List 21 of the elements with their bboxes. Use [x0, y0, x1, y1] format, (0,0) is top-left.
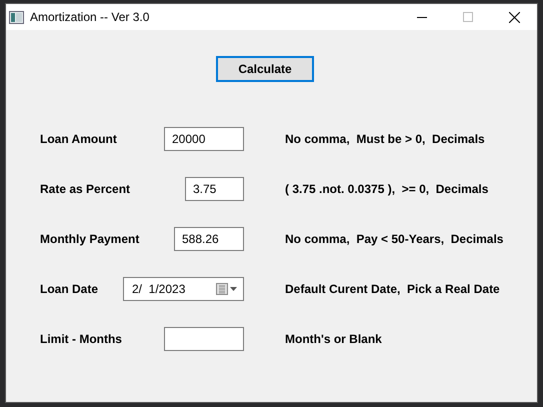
- input-field[interactable]: 20000: [164, 127, 244, 151]
- close-icon: [508, 12, 520, 22]
- field-label: Loan Date: [40, 282, 98, 296]
- calculate-button[interactable]: Calculate: [216, 56, 314, 82]
- field-label: Limit - Months: [40, 332, 122, 346]
- field-hint: No comma, Pay < 50-Years, Decimals: [285, 232, 504, 246]
- field-label: Rate as Percent: [40, 182, 130, 196]
- window-title: Amortization -- Ver 3.0: [30, 10, 150, 24]
- field-hint: Default Curent Date, Pick a Real Date: [285, 282, 500, 296]
- maximize-icon: [463, 12, 473, 22]
- field-label: Monthly Payment: [40, 232, 140, 246]
- field-hint: ( 3.75 .not. 0.0375 ), >= 0, Decimals: [285, 182, 488, 196]
- app-icon: [9, 10, 24, 24]
- field-hint: No comma, Must be > 0, Decimals: [285, 132, 485, 146]
- input-field[interactable]: [164, 327, 244, 351]
- calendar-dropdown-icon[interactable]: [216, 283, 238, 295]
- input-field[interactable]: 588.26: [174, 227, 244, 251]
- field-hint: Month's or Blank: [285, 332, 382, 346]
- input-field[interactable]: 3.75: [185, 177, 244, 201]
- date-picker[interactable]: 2/ 1/2023: [123, 277, 244, 301]
- field-label: Loan Amount: [40, 132, 117, 146]
